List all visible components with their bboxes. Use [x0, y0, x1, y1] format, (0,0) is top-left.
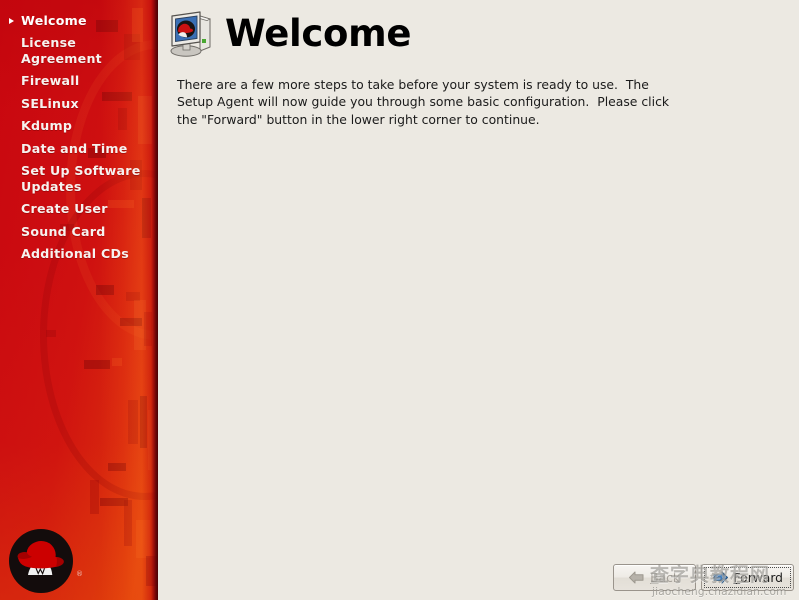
sidebar-item-label: Kdump — [21, 118, 73, 133]
page-title: Welcome — [225, 12, 412, 55]
sidebar-item-label: Firewall — [21, 73, 80, 88]
sidebar-item-kdump[interactable]: Kdump — [0, 115, 158, 138]
sidebar-item-license-agreement[interactable]: License Agreement — [0, 32, 158, 70]
sidebar-item-label: Welcome — [21, 12, 87, 28]
sidebar-item-firewall[interactable]: Firewall — [0, 70, 158, 93]
sidebar-item-create-user[interactable]: Create User — [0, 198, 158, 221]
page-header: Welcome — [158, 0, 799, 59]
arrow-left-icon — [629, 571, 644, 584]
main-panel: Welcome There are a few more steps to ta… — [158, 0, 799, 600]
welcome-computer-redhat-icon — [170, 11, 212, 57]
red-hat-shadowman-logo — [9, 529, 73, 593]
setup-steps-nav: Welcome License Agreement Firewall SELin… — [0, 0, 158, 265]
current-step-marker-icon — [9, 17, 14, 24]
navigation-button-bar: Back Forward — [612, 564, 794, 591]
sidebar: Welcome License Agreement Firewall SELin… — [0, 0, 158, 600]
sidebar-item-sound-card[interactable]: Sound Card — [0, 220, 158, 243]
forward-button[interactable]: Forward — [700, 564, 794, 591]
sidebar-item-label: Set Up Software Updates — [21, 163, 141, 194]
sidebar-item-set-up-software-updates[interactable]: Set Up Software Updates — [0, 160, 158, 198]
sidebar-item-label: License Agreement — [21, 35, 102, 66]
sidebar-item-label: Date and Time — [21, 140, 128, 156]
sidebar-item-date-and-time[interactable]: Date and Time — [0, 137, 158, 160]
sidebar-item-selinux[interactable]: SELinux — [0, 92, 158, 115]
sidebar-item-welcome[interactable]: Welcome — [0, 9, 158, 32]
sidebar-item-label: Sound Card — [21, 223, 106, 239]
sidebar-item-additional-cds[interactable]: Additional CDs — [0, 243, 158, 266]
sidebar-item-label: Create User — [21, 201, 108, 216]
setup-agent-window: Welcome License Agreement Firewall SELin… — [0, 0, 799, 600]
back-button[interactable]: Back — [612, 564, 696, 591]
back-button-label: Back — [650, 570, 680, 585]
forward-button-label: Forward — [733, 570, 783, 585]
sidebar-item-label: Additional CDs — [21, 246, 129, 261]
welcome-description-text: There are a few more steps to take befor… — [177, 77, 674, 127]
arrow-right-icon — [713, 571, 728, 584]
sidebar-item-label: SELinux — [21, 95, 79, 111]
registered-trademark-mark: ® — [76, 570, 83, 578]
